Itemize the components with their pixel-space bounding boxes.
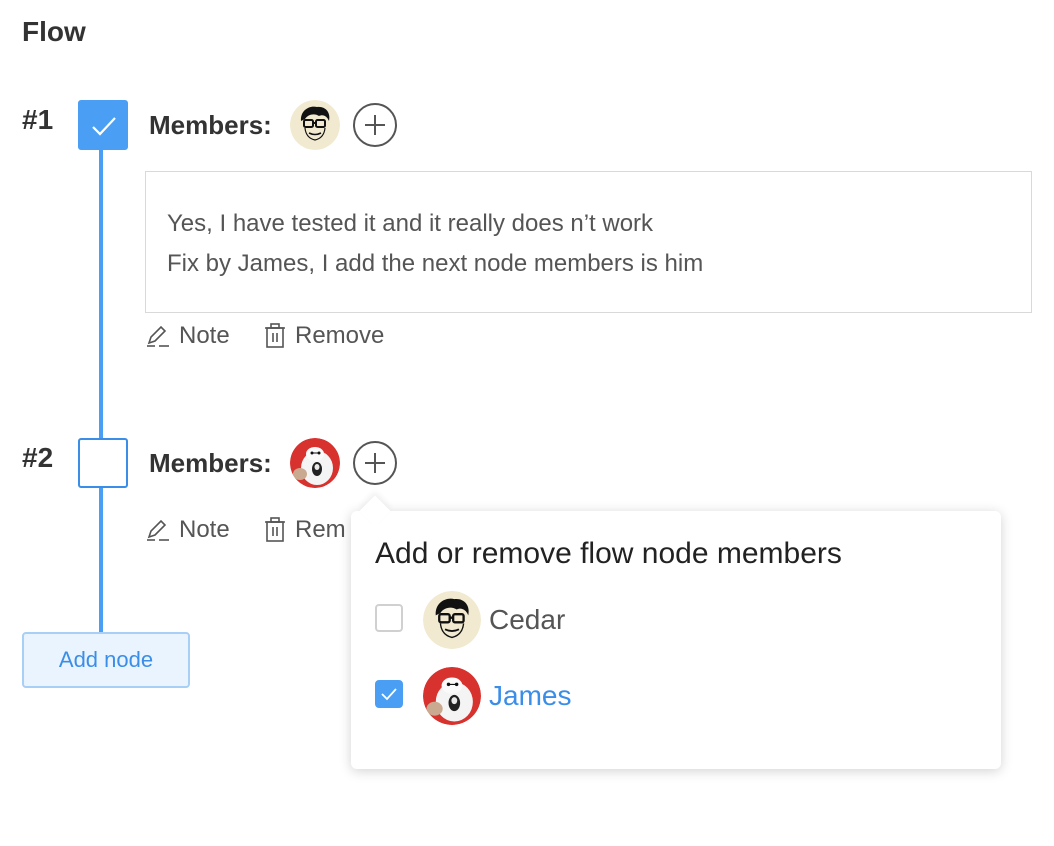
note-line: Yes, I have tested it and it really does… [167, 210, 654, 237]
trash-icon [265, 517, 285, 542]
node-number: #2 [22, 442, 54, 473]
timeline-line [99, 486, 103, 634]
pencil-icon [147, 325, 169, 347]
member-name: James [489, 680, 572, 711]
note-label: Note [179, 516, 230, 543]
popover-title: Add or remove flow node members [375, 537, 842, 570]
timeline-line [99, 148, 103, 440]
add-member-button[interactable] [353, 103, 397, 147]
james-checkbox[interactable] [375, 680, 403, 708]
remove-button[interactable]: Rem [263, 516, 346, 544]
note-line: Fix by James, I add the next node member… [167, 250, 704, 277]
cedar-avatar [290, 100, 340, 150]
trash-icon [265, 323, 285, 348]
note-box: Yes, I have tested it and it really does… [145, 171, 1032, 313]
remove-button[interactable]: Remove [263, 322, 384, 350]
note-button[interactable]: Note [145, 516, 230, 544]
node-1-checkbox[interactable] [78, 100, 128, 150]
members-label: Members: [149, 110, 272, 140]
cedar-avatar [423, 591, 481, 649]
note-label: Note [179, 322, 230, 349]
add-node-button[interactable]: Add node [22, 632, 190, 688]
node-2-checkbox[interactable] [78, 438, 128, 488]
members-label: Members: [149, 448, 272, 478]
node-number: #1 [22, 104, 54, 135]
member-popover: Add or remove flow node members Cedar Ja… [351, 511, 1001, 769]
james-avatar [290, 438, 340, 488]
james-avatar [423, 667, 481, 725]
remove-label: Rem [295, 516, 346, 543]
check-icon [381, 688, 397, 701]
remove-label: Remove [295, 322, 385, 349]
add-member-button[interactable] [353, 441, 397, 485]
cedar-checkbox[interactable] [375, 604, 403, 632]
check-icon [92, 117, 116, 136]
page-title: Flow [22, 16, 86, 47]
pencil-icon [147, 519, 169, 541]
note-button[interactable]: Note [145, 322, 230, 350]
member-name: Cedar [489, 604, 566, 635]
